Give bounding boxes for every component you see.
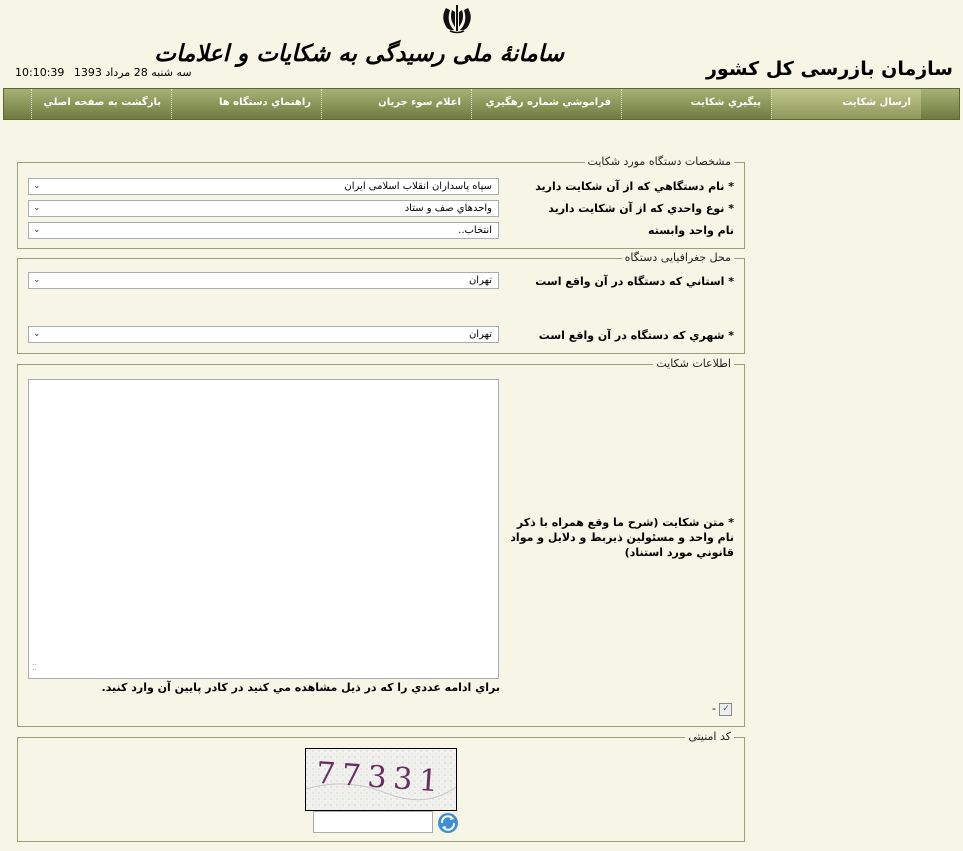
nav-forgot-tracking[interactable]: فراموشي شماره رهگيري	[471, 89, 621, 119]
security-fieldset: کد امنیتی 77331	[17, 730, 745, 842]
nav-home[interactable]: بازگشت به صفحه اصلي	[31, 89, 171, 119]
confirm-checkbox[interactable]: ✓	[719, 702, 733, 716]
captcha-input[interactable]	[313, 811, 433, 833]
unit-name-select-value: انتخاب..	[458, 225, 492, 236]
resize-grip-icon[interactable]: ⁚⁚	[32, 663, 37, 672]
agency-select-value: سپاه پاسداران انقلاب اسلامی ایران	[344, 181, 492, 192]
complaint-textarea[interactable]	[28, 379, 499, 679]
chevron-down-icon: ⌄	[33, 225, 41, 235]
province-select-value: تهران	[468, 275, 492, 286]
complaint-legend: اطلاعات شکایت	[653, 357, 734, 370]
chevron-down-icon: ⌄	[33, 275, 41, 285]
unit-type-select[interactable]: ⌄ واحدهاي صف و ستاد	[28, 200, 499, 217]
org-name: سازمان بازرسی کل کشور	[705, 58, 953, 80]
city-label: * شهري كه دستگاه در آن واقع است	[538, 329, 734, 342]
nav-agency-guide[interactable]: راهنماي دستگاه ها	[171, 89, 321, 119]
captcha-image: 77331	[305, 748, 457, 811]
date-time: 10:10:39 سه شنبه 28 مرداد 1393	[15, 66, 192, 79]
current-time: 10:10:39	[15, 66, 65, 79]
province-label: * استاني كه دستگاه در آن واقع است	[535, 275, 734, 288]
agency-label: * نام دستگاهي كه از آن شكايت داريد	[535, 180, 734, 193]
complaint-text-label: * متن شكايت (شرح ما وقع همراه با ذكر نام…	[510, 516, 734, 559]
unit-name-select[interactable]: ⌄ انتخاب..	[28, 222, 499, 239]
refresh-icon[interactable]	[437, 812, 459, 834]
security-legend: کد امنیتی	[685, 730, 734, 743]
site-title: سامانهٔ ملی رسیدگی به شکایات و اعلامات	[154, 40, 564, 67]
current-date: سه شنبه 28 مرداد 1393	[73, 66, 192, 79]
agency-legend: مشخصات دستگاه مورد شکایت	[584, 155, 734, 168]
confirm-checkbox-wrap: - ✓	[712, 702, 733, 716]
main-nav: ارسال شكايت پيگيري شكايت فراموشي شماره ر…	[3, 88, 960, 120]
unit-name-label: نام واحد وابسته	[648, 224, 734, 237]
complaint-fieldset: اطلاعات شکایت ⁚⁚ * متن شكايت (شرح ما وقع…	[17, 357, 745, 727]
location-fieldset: محل جغرافیایی دستگاه * استاني كه دستگاه …	[17, 251, 745, 354]
confirm-checkbox-label: -	[712, 702, 716, 715]
chevron-down-icon: ⌄	[33, 329, 41, 339]
nav-send-complaint[interactable]: ارسال شكايت	[771, 89, 921, 119]
location-legend: محل جغرافیایی دستگاه	[621, 251, 734, 264]
agency-select[interactable]: ⌄ سپاه پاسداران انقلاب اسلامی ایران	[28, 178, 499, 195]
chevron-down-icon: ⌄	[33, 203, 41, 213]
nav-report-misconduct[interactable]: اعلام سوء جريان	[321, 89, 471, 119]
captcha-instruction: براي ادامه عددي را كه در ذيل مشاهده مي ك…	[101, 681, 500, 694]
chevron-down-icon: ⌄	[33, 181, 41, 191]
province-select[interactable]: ⌄ تهران	[28, 272, 499, 289]
nav-track-complaint[interactable]: پيگيري شكايت	[621, 89, 771, 119]
agency-fieldset: مشخصات دستگاه مورد شکایت * نام دستگاهي ك…	[17, 155, 745, 249]
city-select[interactable]: ⌄ تهران	[28, 326, 499, 343]
unit-type-label: * نوع واحدي كه از آن شكايت داريد	[548, 202, 734, 215]
city-select-value: تهران	[468, 329, 492, 340]
unit-type-select-value: واحدهاي صف و ستاد	[404, 203, 492, 214]
iran-emblem-icon	[443, 5, 471, 34]
